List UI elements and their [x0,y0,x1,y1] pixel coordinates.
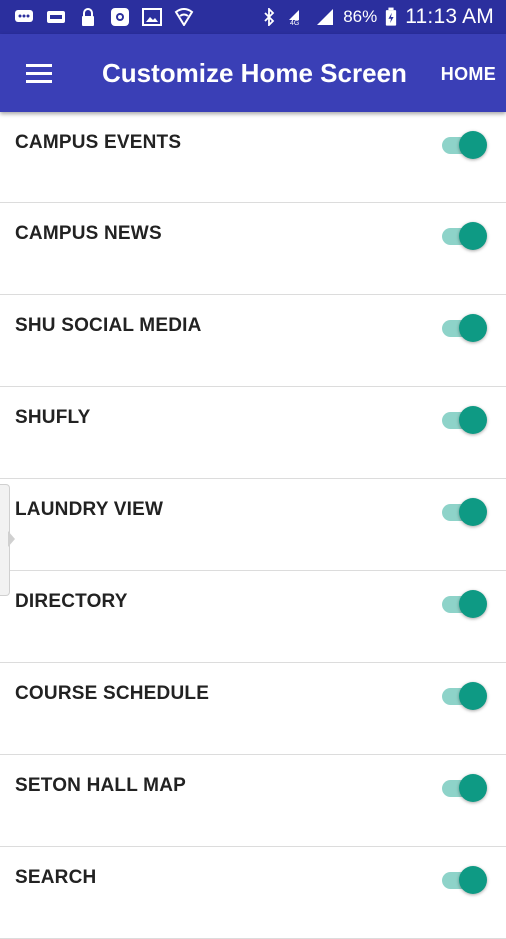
item-toggle[interactable] [442,773,488,803]
system-icons: 4G 86% 11:13 AM [259,5,494,29]
cell-signal-icon [317,9,334,25]
item-label: CAMPUS NEWS [15,223,162,244]
edge-panel-handle[interactable] [0,484,15,596]
list-item: SHU SOCIAL MEDIA [0,295,506,387]
data-signal-icon: 4G [289,10,300,26]
item-toggle[interactable] [442,589,488,619]
list-item: DIRECTORY [0,571,506,663]
list-item: CAMPUS EVENTS [0,112,506,203]
lock-icon [82,8,94,26]
item-toggle[interactable] [442,681,488,711]
battery-percent: 86% [343,7,378,26]
item-label: SETON HALL MAP [15,775,186,796]
list-item: LAUNDRY VIEW [0,479,506,571]
item-label: COURSE SCHEDULE [15,683,210,704]
battery-charging-icon [386,7,397,26]
app-bar: Customize Home Screen HOME [0,34,506,112]
notification-icons [14,7,194,27]
item-label: SEARCH [15,867,97,888]
home-button[interactable]: HOME [441,64,496,85]
wifi-hotspot-icon [174,8,194,26]
item-label: CAMPUS EVENTS [15,132,182,153]
list-item: COURSE SCHEDULE [0,663,506,755]
page-title: Customize Home Screen [102,58,407,88]
item-label: SHUFLY [15,407,91,428]
item-toggle[interactable] [442,497,488,527]
svg-text:4G: 4G [290,20,299,26]
item-toggle[interactable] [442,221,488,251]
instagram-icon [111,8,129,26]
list-item: CAMPUS NEWS [0,203,506,295]
clock: 11:13 AM [405,5,494,28]
hamburger-icon [26,64,52,67]
settings-list: CAMPUS EVENTS CAMPUS NEWS SHU SOCIAL MED… [0,112,506,939]
menu-button[interactable] [16,54,58,94]
list-item: SHUFLY [0,387,506,479]
item-label: DIRECTORY [15,591,128,612]
voicemail-icon [47,11,65,23]
item-label: LAUNDRY VIEW [15,499,164,520]
status-bar: 4G 86% 11:13 AM [0,0,506,34]
image-icon [142,8,162,26]
list-item: SEARCH [0,847,506,939]
list-item: SETON HALL MAP [0,755,506,847]
bluetooth-icon [264,8,275,26]
item-toggle[interactable] [442,865,488,895]
item-toggle[interactable] [442,130,488,160]
item-toggle[interactable] [442,313,488,343]
message-icon [15,10,33,22]
item-toggle[interactable] [442,405,488,435]
item-label: SHU SOCIAL MEDIA [15,315,202,336]
